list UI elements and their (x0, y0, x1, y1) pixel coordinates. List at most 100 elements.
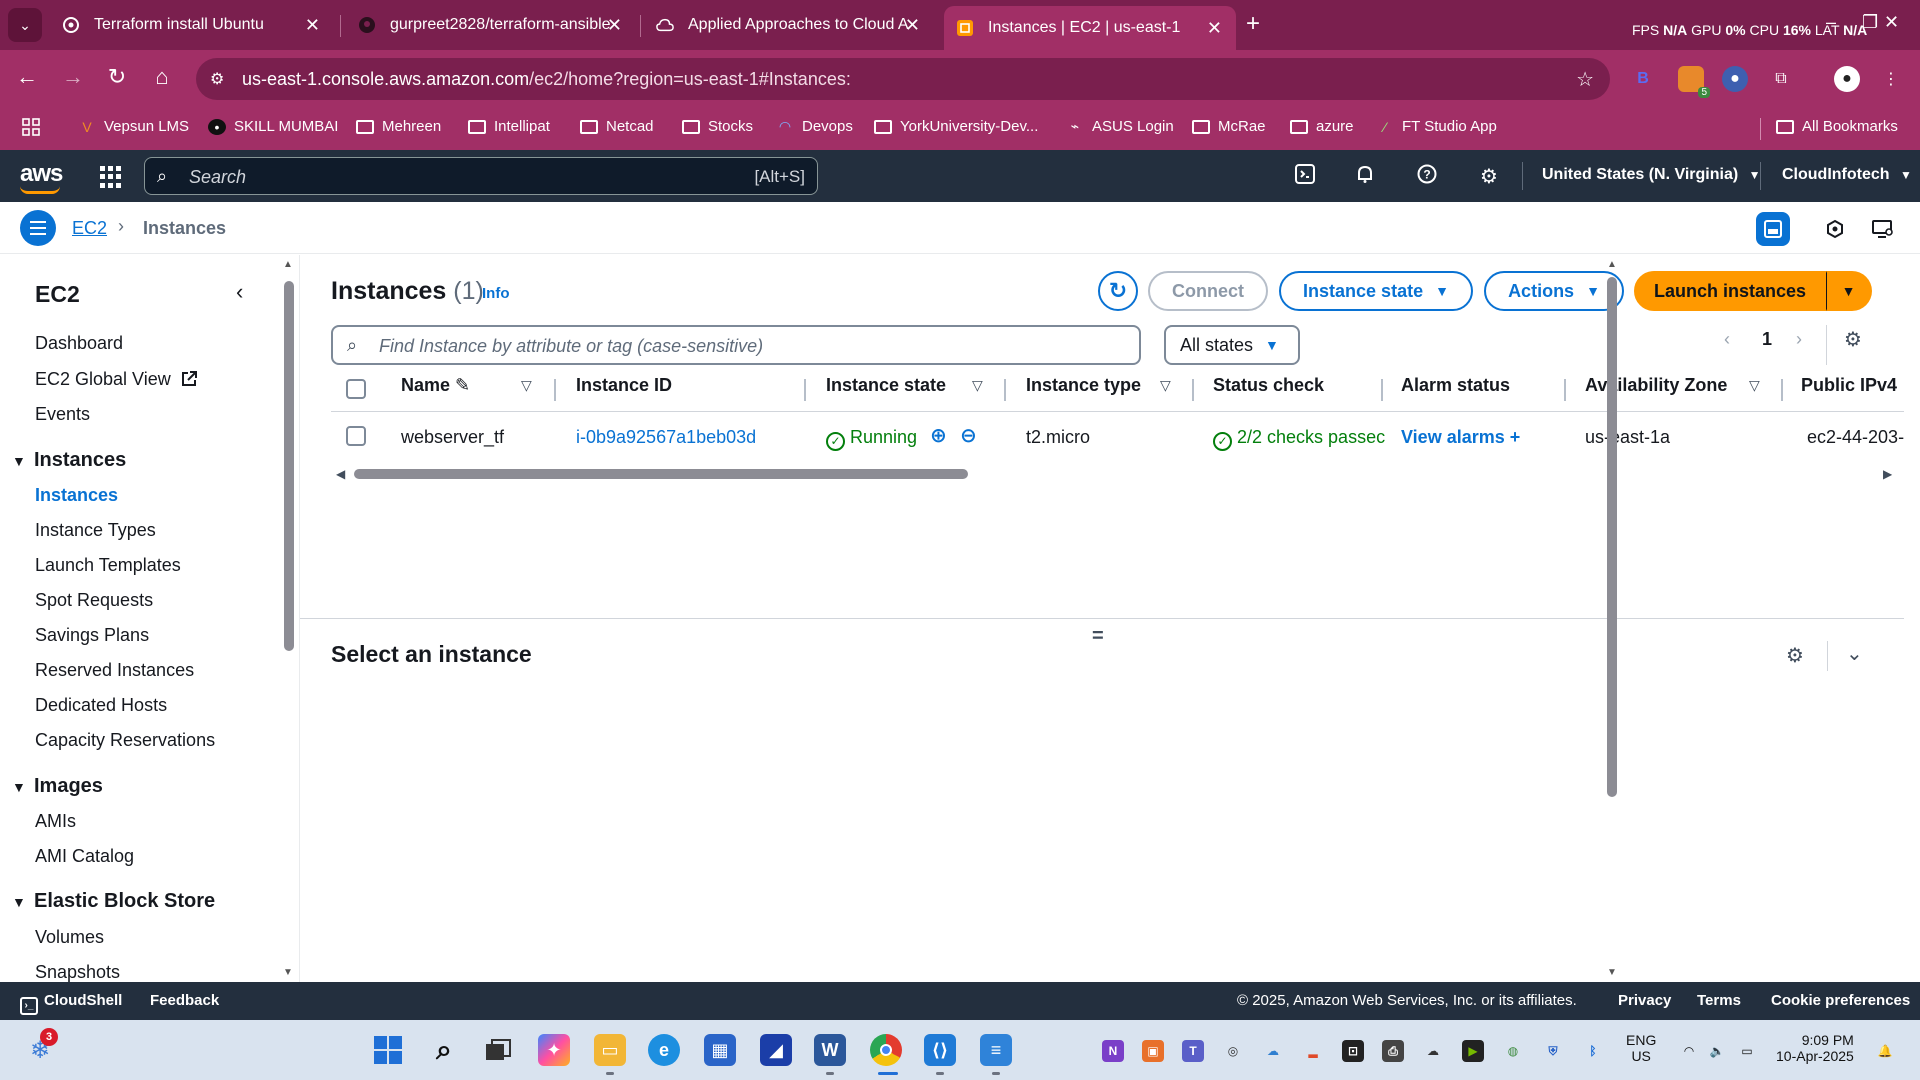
breadcrumb-ec2[interactable]: EC2 (72, 218, 107, 239)
windows-start-icon[interactable] (372, 1034, 404, 1066)
sidebar-item-capacity-reservations[interactable]: Capacity Reservations (35, 730, 215, 751)
browser-menu-icon[interactable]: ⋮ (1878, 66, 1904, 92)
tray-terminal-app-icon[interactable]: ⊡ (1342, 1040, 1364, 1062)
refresh-button[interactable]: ↻ (1098, 271, 1138, 311)
notepad-icon[interactable]: ≡ (980, 1034, 1012, 1066)
actions-button[interactable]: Actions ▼ (1484, 271, 1624, 311)
table-horizontal-scrollbar[interactable]: ◀ ▶ (331, 467, 1904, 481)
monitor-settings-icon[interactable] (1866, 212, 1900, 246)
address-bar[interactable]: ⚙ us-east-1.console.aws.amazon.com/ec2/h… (196, 58, 1610, 100)
bookmark-stocks[interactable]: Stocks (682, 118, 753, 135)
tray-accessibility-icon[interactable]: ◎ (1222, 1040, 1244, 1062)
tray-printer-icon[interactable]: ⎙ (1382, 1040, 1404, 1062)
chevron-down-icon[interactable]: ⌄ (1846, 641, 1863, 666)
autodesk-icon[interactable]: ◢ (760, 1034, 792, 1066)
sidebar-item-global-view[interactable]: EC2 Global View (35, 369, 198, 393)
input-language-indicator[interactable]: ENG US (1626, 1032, 1656, 1064)
new-tab-plus-icon[interactable]: + (1246, 10, 1260, 38)
sidebar-item-reserved-instances[interactable]: Reserved Instances (35, 660, 194, 681)
teams-tray-icon[interactable]: T (1182, 1040, 1204, 1062)
vscode-icon[interactable]: ⟨⟩ (924, 1034, 956, 1066)
onenote-tray-icon[interactable]: N (1102, 1040, 1124, 1062)
column-header-alarm-status[interactable]: Alarm status (1401, 375, 1510, 396)
terms-link[interactable]: Terms (1697, 992, 1741, 1009)
bookmark-netcad[interactable]: Netcad (580, 118, 654, 135)
copilot-icon[interactable]: ✦ (538, 1034, 570, 1066)
main-vertical-scrollbar[interactable]: ▲ ▼ (1604, 255, 1620, 982)
hexagon-help-icon[interactable] (1818, 212, 1852, 246)
back-arrow-icon[interactable]: ← (12, 64, 42, 90)
settings-gear-icon[interactable]: ⚙ (1476, 164, 1502, 189)
bookmark-yorkuniversity[interactable]: YorkUniversity-Dev... (874, 118, 1038, 135)
notifications-bell-icon[interactable] (1352, 164, 1378, 190)
details-settings-gear-icon[interactable]: ⚙ (1786, 643, 1804, 668)
browser-tab-ec2-instances[interactable]: Instances | EC2 | us-east-1 ✕ (944, 6, 1236, 50)
view-alarms-link[interactable]: View alarms + (1401, 427, 1520, 448)
page-number[interactable]: 1 (1762, 329, 1772, 350)
search-icon[interactable]: ⌕ (428, 1034, 460, 1066)
column-resizer[interactable] (1564, 379, 1566, 401)
aws-logo[interactable]: aws (20, 160, 63, 194)
site-settings-icon[interactable]: ⚙ (210, 69, 230, 89)
browser-tab-cloud[interactable]: Applied Approaches to Cloud A ✕ (644, 7, 934, 43)
sort-caret-icon[interactable]: ▽ (1749, 377, 1760, 394)
tray-app-orange-icon[interactable]: ▣ (1142, 1040, 1164, 1062)
scrollbar-thumb[interactable] (1607, 277, 1617, 797)
nvidia-tray-icon[interactable]: ▶ (1462, 1040, 1484, 1062)
column-resizer[interactable] (1781, 379, 1783, 401)
bookmark-ft-studio[interactable]: ⁄ FT Studio App (1376, 118, 1497, 135)
scroll-down-arrow-icon[interactable]: ▼ (283, 967, 293, 978)
sidebar-item-dedicated-hosts[interactable]: Dedicated Hosts (35, 695, 167, 716)
sidebar-section-ebs[interactable]: ▼ Elastic Block Store (12, 890, 215, 913)
bookmark-azure[interactable]: azure (1290, 118, 1354, 135)
services-grid-icon[interactable] (100, 166, 122, 188)
tab-search-chevron-icon[interactable]: ⌄ (8, 8, 42, 42)
split-panel-icon[interactable] (1756, 212, 1790, 246)
column-header-public-ipv4[interactable]: Public IPv4 (1801, 375, 1897, 396)
column-header-name[interactable]: Name ✎ (401, 375, 470, 396)
notification-bell-icon[interactable]: 🔔 (1874, 1040, 1896, 1062)
tray-chart-app-icon[interactable]: ▂ (1302, 1040, 1324, 1062)
home-icon[interactable]: ⌂ (147, 64, 177, 90)
navigation-menu-icon[interactable] (20, 210, 56, 246)
minimize-icon[interactable]: – (1826, 12, 1836, 33)
scroll-up-arrow-icon[interactable]: ▲ (283, 259, 293, 270)
sidebar-item-spot-requests[interactable]: Spot Requests (35, 590, 153, 611)
sidebar-item-events[interactable]: Events (35, 404, 90, 425)
close-tab-icon[interactable]: ✕ (607, 15, 622, 36)
info-link[interactable]: Info (482, 285, 510, 302)
launch-instances-button[interactable]: Launch instances (1634, 271, 1826, 311)
sort-caret-icon[interactable]: ▽ (1160, 377, 1171, 394)
microsoft-store-icon[interactable]: ▦ (704, 1034, 736, 1066)
extensions-puzzle-icon[interactable]: ⧉ (1768, 66, 1794, 92)
bookmark-mehreen[interactable]: Mehreen (356, 118, 441, 135)
sidebar-item-launch-templates[interactable]: Launch Templates (35, 555, 181, 576)
tray-cloud-app-icon[interactable]: ☁ (1262, 1040, 1284, 1062)
browser-tab-github[interactable]: gurpreet2828/terraform-ansible ✕ (346, 7, 636, 43)
scroll-right-arrow-icon[interactable]: ▶ (1883, 467, 1892, 481)
bookmark-devops[interactable]: ◠ Devops (776, 118, 853, 135)
chrome-browser-icon[interactable] (870, 1034, 902, 1066)
zoom-in-icon[interactable]: ⊕ (930, 423, 947, 448)
profile-avatar[interactable]: ● (1834, 66, 1860, 92)
all-bookmarks[interactable]: All Bookmarks (1776, 118, 1898, 135)
cloudshell-icon[interactable] (1292, 164, 1318, 190)
browser-tab-terraform[interactable]: Terraform install Ubuntu ✕ (50, 7, 334, 43)
clock[interactable]: 9:09 PM 10-Apr-2025 (1776, 1032, 1854, 1064)
sidebar-item-snapshots[interactable]: Snapshots (35, 962, 120, 982)
zoom-out-icon[interactable]: ⊖ (960, 423, 977, 448)
instance-filter-input[interactable]: ⌕ Find Instance by attribute or tag (cas… (331, 325, 1141, 365)
task-view-icon[interactable] (482, 1034, 514, 1066)
region-selector[interactable]: United States (N. Virginia) ▼ (1542, 166, 1761, 184)
scroll-down-arrow-icon[interactable]: ▼ (1607, 967, 1617, 978)
battery-icon[interactable]: ▭ (1736, 1040, 1758, 1062)
instance-state-button[interactable]: Instance state ▼ (1279, 271, 1473, 311)
column-resizer[interactable] (804, 379, 806, 401)
file-explorer-icon[interactable]: ▭ (594, 1034, 626, 1066)
sidebar-scrollbar[interactable] (284, 281, 294, 651)
tray-globe-app-icon[interactable]: ◍ (1502, 1040, 1524, 1062)
scrollbar-thumb[interactable] (354, 469, 968, 479)
column-header-instance-id[interactable]: Instance ID (576, 375, 672, 396)
extension-globe-icon[interactable]: ● (1722, 66, 1748, 92)
sidebar-item-instances[interactable]: Instances (35, 485, 118, 506)
